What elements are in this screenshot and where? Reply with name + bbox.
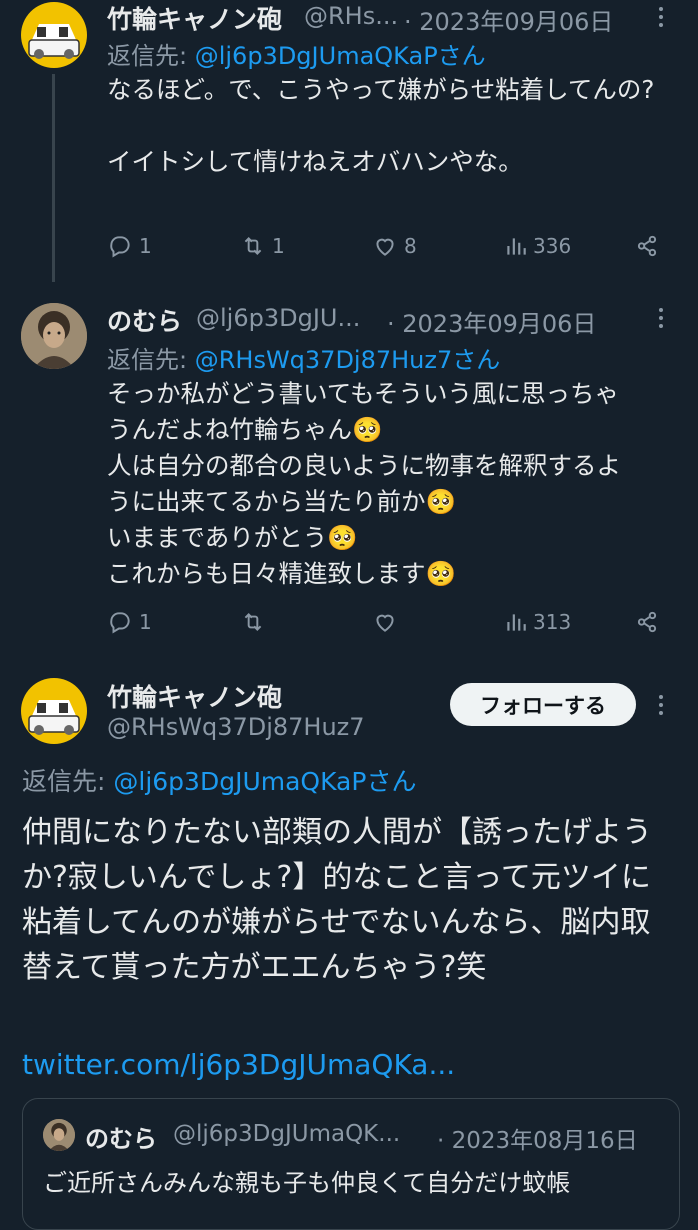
view-count: 313 xyxy=(533,610,572,634)
heart-icon xyxy=(376,614,394,632)
views-button[interactable]: 313 xyxy=(503,609,571,635)
retweet-icon xyxy=(244,613,262,631)
like-button[interactable]: 8 xyxy=(372,233,417,259)
like-button[interactable] xyxy=(372,609,398,635)
tweet-date[interactable]: · 2023年09月06日 xyxy=(387,304,596,339)
author-name[interactable]: 竹輪キャノン砲 xyxy=(107,0,282,36)
author-handle[interactable]: @RHsWq37Dj87Huz7 xyxy=(107,713,365,741)
share-button[interactable] xyxy=(634,609,660,635)
quote-text: ご近所さんみんな親も子も仲良くて自分だけ蚊帳 xyxy=(43,1169,571,1197)
reply-to: 返信先: @lj6p3DgJUmaQKaPさん xyxy=(22,762,416,798)
thread-line xyxy=(52,74,55,282)
text-line: 人は自分の都合の良いように物事を解釈するよ xyxy=(107,451,622,480)
author-name[interactable]: 竹輪キャノン砲 xyxy=(107,678,282,714)
reply-to-handle[interactable]: @lj6p3DgJUmaQKaPさん xyxy=(195,42,486,70)
quote-author-handle: @lj6p3DgJUmaQK... xyxy=(173,1121,401,1147)
author-handle[interactable]: @lj6p3DgJU... xyxy=(196,304,360,332)
reply-count: 1 xyxy=(139,610,152,634)
reply-to-prefix: 返信先: xyxy=(22,767,114,796)
reply-to-handle[interactable]: @RHsWq37Dj87Huz7さん xyxy=(195,346,501,374)
view-count: 336 xyxy=(533,234,572,258)
reply-icon xyxy=(110,612,130,634)
more-options-icon[interactable] xyxy=(651,692,671,718)
reply-to: 返信先: @RHsWq37Dj87Huz7さん xyxy=(107,340,500,375)
reply-count: 1 xyxy=(139,234,152,258)
quoted-tweet[interactable]: のむら @lj6p3DgJUmaQK... · 2023年08月16日 ご近所さ… xyxy=(22,1098,680,1230)
follow-button[interactable]: フォローする xyxy=(450,683,636,726)
like-count: 8 xyxy=(404,234,417,258)
share-icon xyxy=(637,235,657,257)
reply-icon xyxy=(110,236,130,258)
reply-button[interactable]: 1 xyxy=(107,233,152,259)
share-button[interactable] xyxy=(634,233,660,259)
retweet-icon xyxy=(244,237,262,255)
retweet-count: 1 xyxy=(272,234,285,258)
author-name[interactable]: のむら xyxy=(107,302,182,338)
tweet-text: そっか私がどう書いてもそういう風に思っちゃ うんだよね竹輪ちゃん🥺 人は自分の都… xyxy=(107,376,687,592)
tweet-date[interactable]: · 2023年09月06日 xyxy=(404,2,613,37)
retweet-button[interactable] xyxy=(240,609,266,635)
text-line: いままでありがとう🥺 xyxy=(107,523,358,552)
avatar-chikuwa[interactable] xyxy=(21,2,87,68)
reply-to: 返信先: @lj6p3DgJUmaQKaPさん xyxy=(107,36,486,71)
tweet-text: なるほど。で、こうやって嫌がらせ粘着してんの? イイトシして情けねえオバハンやな… xyxy=(107,75,655,176)
text-line: これからも日々精進致します🥺 xyxy=(107,559,457,588)
more-options-icon[interactable] xyxy=(651,305,671,331)
share-icon xyxy=(637,611,657,633)
reply-to-prefix: 返信先: xyxy=(107,346,195,374)
tweet-text: 仲間になりたない部類の人間が【誘ったげようか?寂しいんでしょ?】的なこと言って元… xyxy=(22,815,652,985)
reply-to-handle[interactable]: @lj6p3DgJUmaQKaPさん xyxy=(113,767,416,796)
author-handle[interactable]: @RHs... xyxy=(304,2,398,30)
quote-date: · 2023年08月16日 xyxy=(437,1128,638,1154)
quote-author-name: のむら xyxy=(85,1125,157,1153)
views-button[interactable]: 336 xyxy=(503,233,571,259)
views-icon xyxy=(507,614,526,631)
more-options-icon[interactable] xyxy=(651,4,671,30)
reply-to-prefix: 返信先: xyxy=(107,42,195,70)
avatar-chikuwa[interactable] xyxy=(21,678,87,744)
avatar-nomura[interactable] xyxy=(21,303,87,369)
retweet-button[interactable]: 1 xyxy=(240,233,285,259)
tweet-link[interactable]: twitter.com/lj6p3DgJUmaQKa... xyxy=(22,1048,455,1081)
text-line: うんだよね竹輪ちゃん🥺 xyxy=(107,415,383,444)
text-line: うに出来てるから当たり前か🥺 xyxy=(107,487,457,516)
avatar-nomura xyxy=(43,1119,75,1151)
heart-icon xyxy=(376,238,394,256)
text-line: そっか私がどう書いてもそういう風に思っちゃ xyxy=(107,379,620,408)
reply-button[interactable]: 1 xyxy=(107,609,152,635)
views-icon xyxy=(507,238,526,255)
